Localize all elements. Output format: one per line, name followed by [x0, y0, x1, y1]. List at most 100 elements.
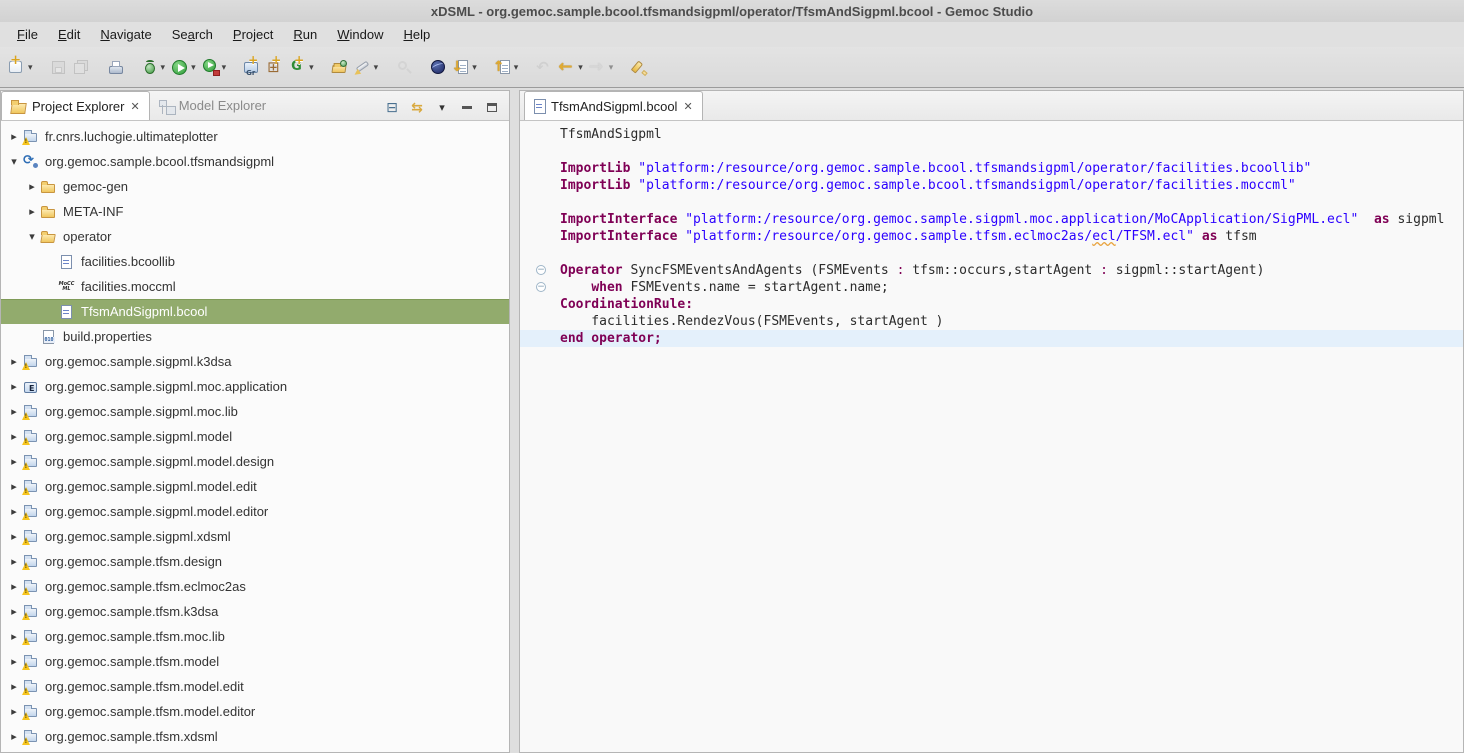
project-tree[interactable]: ▸fr.cnrs.luchogie.ultimateplotter▾org.ge… — [1, 121, 509, 752]
close-icon[interactable]: ✕ — [129, 100, 140, 113]
tree-item[interactable]: TfsmAndSigpml.bcool — [1, 299, 509, 324]
code-editor[interactable]: TfsmAndSigpmlImportLib "platform:/resour… — [520, 121, 1463, 752]
toolbar-save-all-button[interactable] — [71, 56, 93, 79]
menu-run[interactable]: Run — [284, 24, 326, 45]
expand-arrow-icon[interactable]: ▸ — [7, 505, 21, 518]
menu-navigate[interactable]: Navigate — [91, 24, 160, 45]
maximize-icon[interactable] — [483, 99, 501, 115]
tree-item[interactable]: ▸org.gemoc.sample.sigpml.model.editor — [1, 499, 509, 524]
toolbar-run-button[interactable]: ▾ — [169, 56, 199, 79]
expand-arrow-icon[interactable]: ▸ — [7, 130, 21, 143]
expand-arrow-icon[interactable]: ▸ — [7, 630, 21, 643]
collapse-arrow-icon[interactable]: ▾ — [25, 230, 39, 243]
tab-editor-tfsmandsigpml[interactable]: TfsmAndSigpml.bcool ✕ — [524, 91, 703, 120]
expand-arrow-icon[interactable]: ▸ — [7, 680, 21, 693]
menu-help[interactable]: Help — [394, 24, 439, 45]
tree-item[interactable]: ▸org.gemoc.sample.tfsm.design — [1, 549, 509, 574]
tree-item[interactable]: ▾operator — [1, 224, 509, 249]
collapse-all-icon[interactable] — [383, 99, 401, 115]
expand-arrow-icon[interactable]: ▸ — [7, 705, 21, 718]
tree-item[interactable]: ▸org.gemoc.sample.sigpml.moc.application — [1, 374, 509, 399]
expand-arrow-icon[interactable]: ▸ — [7, 730, 21, 743]
tree-item[interactable]: MoCCMLfacilities.moccml — [1, 274, 509, 299]
tree-item[interactable]: facilities.bcoollib — [1, 249, 509, 274]
expand-arrow-icon[interactable]: ▸ — [7, 480, 21, 493]
tree-item[interactable]: ▸org.gemoc.sample.sigpml.model.design — [1, 449, 509, 474]
fold-collapse-icon[interactable]: − — [536, 282, 546, 292]
tree-item[interactable]: ▸org.gemoc.sample.tfsm.xdsml — [1, 724, 509, 749]
dropdown-caret-icon[interactable]: ▾ — [374, 62, 379, 73]
editor-tab-label: TfsmAndSigpml.bcool — [551, 99, 677, 114]
toolbar-print-button[interactable] — [105, 56, 127, 79]
tree-item[interactable]: ▸org.gemoc.sample.tfsm.model.editor — [1, 699, 509, 724]
menu-project[interactable]: Project — [224, 24, 282, 45]
tree-item[interactable]: ▸org.gemoc.sample.tfsm.model — [1, 649, 509, 674]
menu-file[interactable]: File — [8, 24, 47, 45]
toolbar-new-grid-button[interactable] — [264, 56, 286, 79]
dropdown-caret-icon[interactable]: ▾ — [472, 62, 477, 73]
toolbar-previous-annotation-button[interactable]: ▾ — [492, 56, 522, 79]
expand-arrow-icon[interactable]: ▸ — [25, 180, 39, 193]
dropdown-caret-icon[interactable]: ▾ — [28, 62, 33, 73]
toolbar-debug-button[interactable]: ▾ — [139, 56, 169, 79]
tree-item[interactable]: ▸org.gemoc.sample.sigpml.k3dsa — [1, 349, 509, 374]
menu-window[interactable]: Window — [328, 24, 392, 45]
expand-arrow-icon[interactable]: ▸ — [7, 655, 21, 668]
menu-search[interactable]: Search — [163, 24, 222, 45]
dropdown-caret-icon[interactable]: ▾ — [161, 62, 166, 73]
expand-arrow-icon[interactable]: ▸ — [7, 405, 21, 418]
panel-sash[interactable] — [510, 90, 519, 753]
tree-item[interactable]: ▸org.gemoc.sample.tfsm.moc.lib — [1, 624, 509, 649]
toolbar-forward-button[interactable]: ▾ — [587, 56, 617, 79]
toolbar-highlight-button[interactable] — [628, 56, 650, 79]
dropdown-caret-icon[interactable]: ▾ — [578, 62, 583, 73]
tree-item[interactable]: ▸org.gemoc.sample.sigpml.model — [1, 424, 509, 449]
tree-item[interactable]: ▸org.gemoc.sample.tfsm.eclmoc2as — [1, 574, 509, 599]
toolbar-run-external-button[interactable]: ▾ — [200, 56, 230, 79]
expand-arrow-icon[interactable]: ▸ — [7, 555, 21, 568]
tree-item[interactable]: build.properties — [1, 324, 509, 349]
toolbar-open-element-button[interactable] — [329, 56, 351, 79]
expand-arrow-icon[interactable]: ▸ — [7, 355, 21, 368]
expand-arrow-icon[interactable]: ▸ — [25, 205, 39, 218]
dropdown-caret-icon[interactable]: ▾ — [222, 62, 227, 73]
dropdown-caret-icon[interactable]: ▾ — [514, 62, 519, 73]
collapse-arrow-icon[interactable]: ▾ — [7, 155, 21, 168]
tree-item[interactable]: ▸fr.cnrs.luchogie.ultimateplotter — [1, 124, 509, 149]
dropdown-caret-icon[interactable]: ▾ — [191, 62, 196, 73]
dropdown-caret-icon[interactable]: ▾ — [609, 62, 614, 73]
tree-item[interactable]: ▸org.gemoc.sample.sigpml.model.edit — [1, 474, 509, 499]
expand-arrow-icon[interactable]: ▸ — [7, 430, 21, 443]
toolbar-back-button[interactable]: ▾ — [556, 56, 586, 79]
tree-item[interactable]: ▸org.gemoc.sample.sigpml.moc.lib — [1, 399, 509, 424]
tree-item[interactable]: ▸META-INF — [1, 199, 509, 224]
toolbar-save-button[interactable] — [48, 56, 70, 79]
toolbar-search-button[interactable] — [393, 56, 415, 79]
expand-arrow-icon[interactable]: ▸ — [7, 455, 21, 468]
tree-item[interactable]: ▸org.gemoc.sample.sigpml.xdsml — [1, 524, 509, 549]
minimize-icon[interactable] — [458, 99, 476, 115]
menu-edit[interactable]: Edit — [49, 24, 89, 45]
toolbar-new-diagram-button[interactable] — [241, 56, 263, 79]
toolbar-next-annotation-button[interactable]: ▾ — [450, 56, 480, 79]
view-menu-icon[interactable] — [433, 99, 451, 115]
expand-arrow-icon[interactable]: ▸ — [7, 580, 21, 593]
tree-item[interactable]: ▾org.gemoc.sample.bcool.tfsmandsigpml — [1, 149, 509, 174]
expand-arrow-icon[interactable]: ▸ — [7, 530, 21, 543]
tree-item[interactable]: ▸gemoc-gen — [1, 174, 509, 199]
toolbar-new-button[interactable]: ▾ — [6, 56, 36, 79]
tree-item[interactable]: ▸org.gemoc.sample.tfsm.k3dsa — [1, 599, 509, 624]
expand-arrow-icon[interactable]: ▸ — [7, 605, 21, 618]
toolbar-mark-occurrences-button[interactable]: ▾ — [352, 56, 382, 79]
tree-item[interactable]: ▸org.gemoc.sample.tfsm.model.edit — [1, 674, 509, 699]
link-with-editor-icon[interactable] — [408, 99, 426, 115]
tab-model-explorer[interactable]: Model Explorer — [150, 91, 274, 120]
toolbar-new-g-button[interactable]: ▾ — [287, 56, 317, 79]
toolbar-open-web-browser-button[interactable] — [427, 56, 449, 79]
fold-collapse-icon[interactable]: − — [536, 265, 546, 275]
expand-arrow-icon[interactable]: ▸ — [7, 380, 21, 393]
dropdown-caret-icon[interactable]: ▾ — [309, 62, 314, 73]
toolbar-last-edit-location-button[interactable] — [533, 56, 555, 79]
tab-project-explorer[interactable]: Project Explorer✕ — [1, 91, 150, 120]
close-icon[interactable]: ✕ — [682, 100, 693, 113]
